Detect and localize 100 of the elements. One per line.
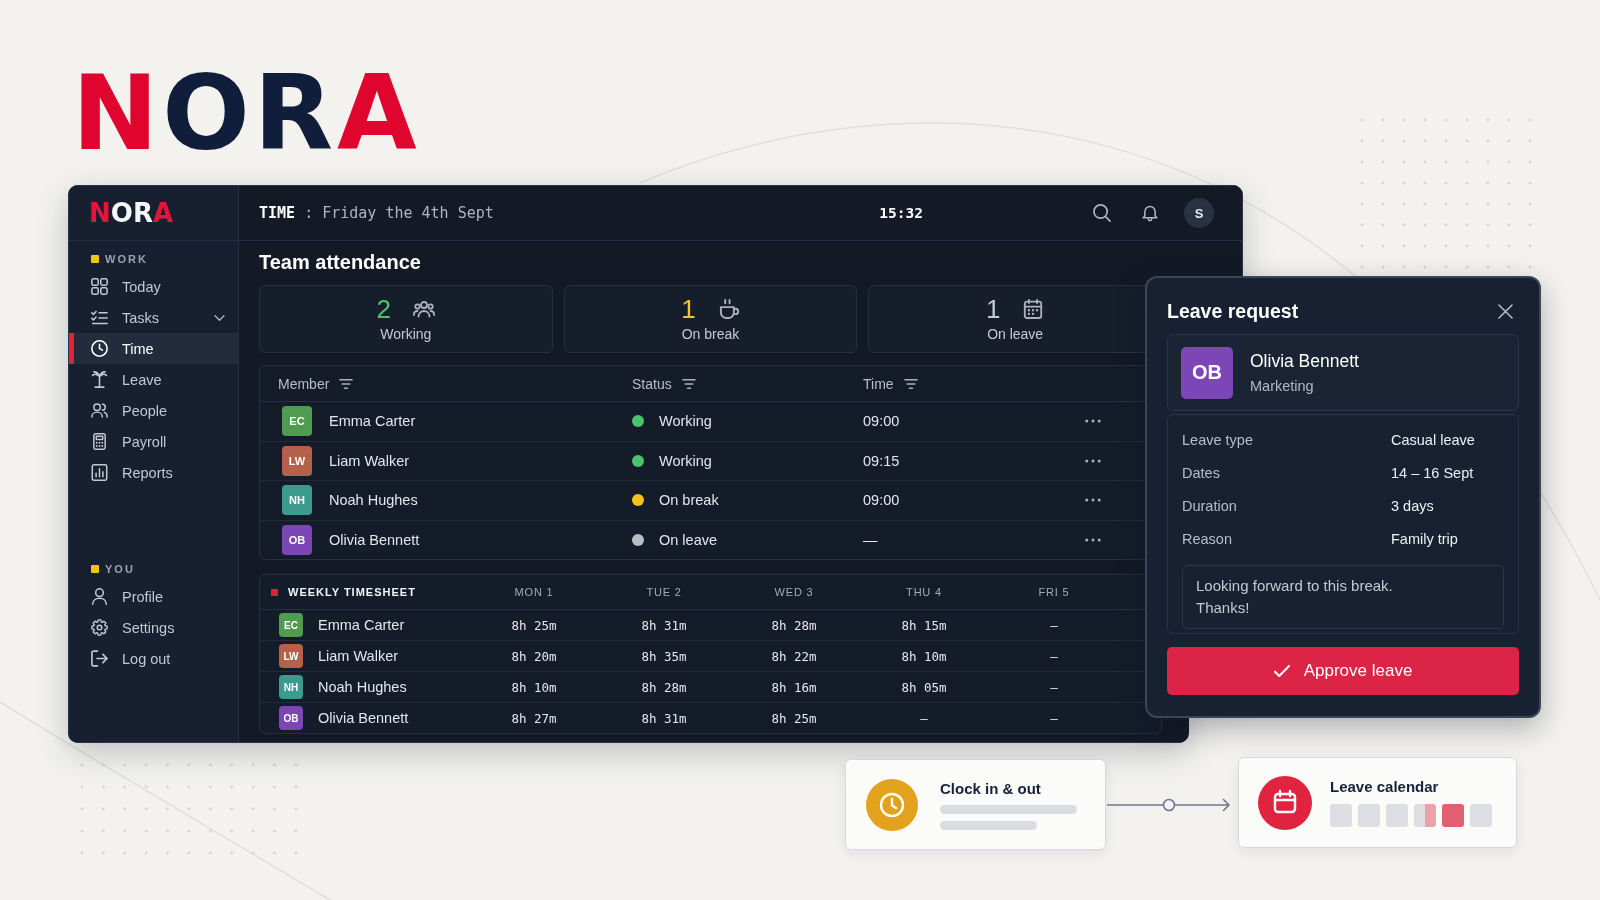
hours-value: 8h 15m <box>901 617 947 633</box>
avatar: OB <box>1181 346 1233 399</box>
stat-value: 1 <box>681 295 696 323</box>
stat-label: On break <box>681 326 740 343</box>
hours-value: 8h 25m <box>511 617 557 633</box>
nav-item[interactable]: Leave <box>69 364 238 395</box>
filter-icon <box>681 378 696 389</box>
status-label: Working <box>659 452 712 469</box>
timesheet-title: WEEKLY TIMESHEET <box>288 586 416 598</box>
hours-value: 8h 28m <box>771 617 817 633</box>
more-icon <box>1085 537 1101 542</box>
close-button[interactable] <box>1495 301 1515 321</box>
logo: NORA <box>89 198 174 228</box>
calendar-day <box>1386 804 1408 827</box>
member-name: Olivia Bennett <box>329 531 420 548</box>
coffee-cup-icon <box>717 299 740 319</box>
avatar: LW <box>279 644 303 668</box>
logo: NORA <box>72 62 421 165</box>
avatar: NH <box>279 675 303 699</box>
stat-label: On leave <box>987 326 1044 343</box>
avatar: EC <box>279 613 303 637</box>
hours-value: 8h 10m <box>511 679 557 695</box>
user-avatar[interactable]: S <box>1184 198 1214 228</box>
status-label: On break <box>659 492 719 509</box>
close-icon <box>1497 303 1513 319</box>
hours-value: — <box>1050 710 1058 726</box>
detail-value: 3 days <box>1391 497 1435 514</box>
day-header: WED 3 <box>774 586 814 598</box>
member-name: Liam Walker <box>318 648 399 664</box>
detail-value: Family trip <box>1391 530 1459 547</box>
detail-value: 14 – 16 Sept <box>1391 464 1475 481</box>
bell-icon <box>1141 204 1159 222</box>
stat-label: Working <box>380 326 432 343</box>
nav-item[interactable]: Time <box>69 333 238 364</box>
nav-item[interactable]: Tasks <box>69 302 238 333</box>
day-header: MON 1 <box>514 586 554 598</box>
department: Marketing <box>1250 378 1315 394</box>
nav-item[interactable]: Log out <box>69 643 238 674</box>
section-label: WORK <box>105 252 148 266</box>
feature-title: Leave calendar <box>1330 778 1440 796</box>
approve-button[interactable]: Approve leave <box>1167 647 1519 695</box>
status-label: On leave <box>659 531 718 548</box>
calendar-day <box>1442 804 1464 827</box>
calendar-day <box>1414 804 1436 827</box>
section-label: YOU <box>105 562 135 576</box>
hours-value: 8h 31m <box>641 710 687 726</box>
feature-title: Clock in & out <box>940 779 1042 798</box>
member-name: Olivia Bennett <box>318 710 409 726</box>
time-value: — <box>863 531 878 548</box>
time-value: 09:00 <box>863 413 900 430</box>
avatar: OB <box>282 524 312 555</box>
time-value: 09:00 <box>863 492 900 509</box>
calendar-day <box>1358 804 1380 827</box>
hours-value: 8h 31m <box>641 617 687 633</box>
avatar: OB <box>279 706 303 730</box>
hours-value: 8h 16m <box>771 679 817 695</box>
square-marker-icon <box>91 255 99 263</box>
hours-value: 8h 28m <box>641 679 687 695</box>
column-header: Member <box>278 375 330 392</box>
status-label: Working <box>659 413 712 430</box>
filter-icon <box>339 378 354 389</box>
member-name: Emma Carter <box>329 413 416 430</box>
search-icon <box>1093 204 1111 222</box>
calendar-day <box>1470 804 1492 827</box>
hours-value: 8h 27m <box>511 710 557 726</box>
grid-icon <box>91 278 108 295</box>
nav-item[interactable]: Payroll <box>69 426 238 457</box>
member-name: Noah Hughes <box>318 679 407 695</box>
nav-item[interactable]: Settings <box>69 612 238 643</box>
detail-label: Leave type <box>1182 431 1254 448</box>
avatar: EC <box>282 406 312 437</box>
date-heading: TIME : Friday the 4th Sept <box>259 204 495 222</box>
nav-item[interactable]: Profile <box>69 581 238 612</box>
person-icon <box>91 588 108 605</box>
detail-label: Duration <box>1182 497 1238 514</box>
more-icon <box>1085 419 1101 424</box>
calendar-icon <box>1022 299 1045 319</box>
nav-item[interactable]: Reports <box>69 457 238 488</box>
check-icon <box>1273 665 1290 677</box>
hours-value: 8h 25m <box>771 710 817 726</box>
hours-value: 8h 05m <box>901 679 947 695</box>
more-icon <box>1085 458 1101 463</box>
logout-icon <box>91 650 108 667</box>
request-note: Looking forward to this break. Thanks! <box>1182 565 1504 629</box>
hours-value: 8h 22m <box>771 648 817 664</box>
hours-value: — <box>1050 648 1058 664</box>
square-marker-icon <box>91 565 99 573</box>
nav-item[interactable]: People <box>69 395 238 426</box>
avatar: NH <box>282 485 312 516</box>
nav-item[interactable]: Today <box>69 271 238 302</box>
hours-value: 8h 35m <box>641 648 687 664</box>
stat-value: 2 <box>376 295 392 323</box>
checklist-icon <box>91 309 108 326</box>
member-name: Liam Walker <box>329 452 410 469</box>
filter-icon <box>903 378 918 389</box>
square-marker-icon <box>271 588 278 596</box>
hours-value: — <box>920 710 928 726</box>
detail-label: Reason <box>1182 530 1233 547</box>
calendar-day <box>1330 804 1352 827</box>
detail-label: Dates <box>1182 464 1221 481</box>
